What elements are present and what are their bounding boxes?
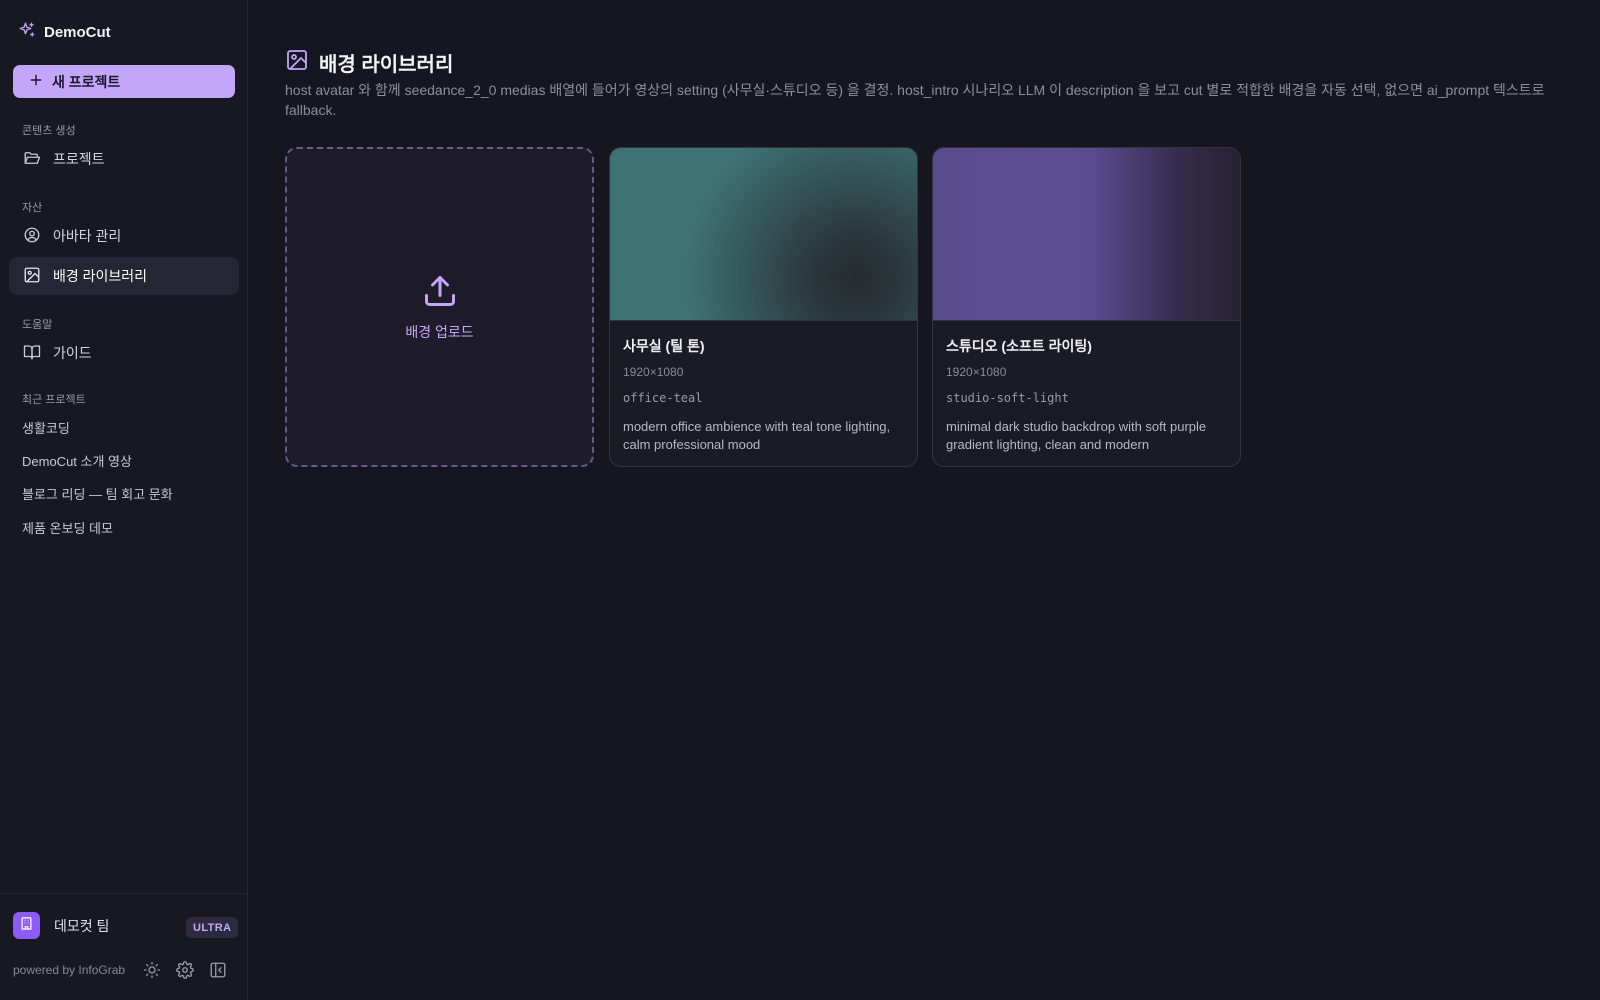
book-open-icon: [23, 343, 41, 364]
building-icon: [19, 916, 34, 936]
plus-icon: [29, 73, 43, 90]
page-title: 배경 라이브러리: [319, 54, 454, 76]
sidebar-divider: [0, 893, 248, 894]
recent-project-item[interactable]: DemoCut 소개 영상: [22, 451, 132, 470]
new-project-button[interactable]: 새 프로젝트: [13, 65, 235, 98]
page-header: 배경 라이브러리: [285, 48, 453, 77]
background-resolution: 1920×1080: [946, 365, 1007, 379]
folder-open-icon: [23, 149, 41, 170]
section-label-help: 도움말: [22, 319, 53, 331]
section-label-content: 콘텐츠 생성: [22, 125, 76, 137]
recent-project-item[interactable]: 생활코딩: [22, 418, 70, 437]
recent-project-item[interactable]: 블로그 리딩 — 팀 회고 문화: [22, 484, 173, 503]
sidebar-item-guide[interactable]: 가이드: [9, 334, 239, 372]
image-icon: [23, 266, 41, 287]
upload-icon: [422, 273, 458, 314]
new-project-label: 새 프로젝트: [52, 73, 121, 90]
sidebar-item-label: 아바타 관리: [53, 228, 122, 244]
team-name[interactable]: 데모컷 팀: [54, 916, 109, 936]
background-card-office-teal[interactable]: 사무실 (틸 톤) 1920×1080 office-teal modern o…: [609, 147, 918, 467]
recent-project-item[interactable]: 제품 온보딩 데모: [22, 518, 113, 537]
user-circle-icon: [23, 226, 41, 247]
background-thumbnail: [610, 148, 917, 321]
sidebar-item-label: 가이드: [53, 345, 92, 361]
brand[interactable]: DemoCut: [18, 22, 111, 42]
sun-icon[interactable]: [143, 961, 161, 984]
app-name: DemoCut: [44, 23, 111, 41]
background-description: modern office ambience with teal tone li…: [623, 419, 891, 452]
background-title: 사무실 (틸 톤): [623, 338, 705, 354]
gear-icon[interactable]: [176, 961, 194, 984]
powered-by-text: powered by InfoGrab: [13, 963, 126, 977]
page-description: host avatar 와 함께 seedance_2_0 medias 배열에…: [285, 82, 1545, 118]
sidebar: DemoCut 새 프로젝트 콘텐츠 생성 프로젝트 자산 아바타 관리 배경 …: [0, 0, 248, 1000]
background-slug: office-teal: [623, 391, 703, 405]
background-card-studio-soft-light[interactable]: 스튜디오 (소프트 라이팅) 1920×1080 studio-soft-lig…: [932, 147, 1241, 467]
upload-label: 배경 업로드: [405, 323, 474, 340]
background-title: 스튜디오 (소프트 라이팅): [946, 338, 1092, 354]
background-resolution: 1920×1080: [623, 365, 684, 379]
upload-background-button[interactable]: 배경 업로드: [285, 147, 594, 467]
sidebar-item-avatars[interactable]: 아바타 관리: [9, 217, 239, 255]
sidebar-item-label: 배경 라이브러리: [53, 268, 148, 284]
main-content: 배경 라이브러리 host avatar 와 함께 seedance_2_0 m…: [248, 0, 1600, 1000]
background-thumbnail: [933, 148, 1240, 321]
background-slug: studio-soft-light: [946, 391, 1069, 405]
team-avatar[interactable]: [13, 912, 40, 939]
plan-badge: ULTRA: [186, 917, 239, 938]
sparkles-icon: [18, 21, 36, 44]
image-icon: [285, 48, 309, 77]
sidebar-item-projects[interactable]: 프로젝트: [9, 140, 239, 178]
background-description: minimal dark studio backdrop with soft p…: [946, 419, 1207, 452]
sidebar-item-backgrounds[interactable]: 배경 라이브러리: [9, 257, 239, 295]
section-label-assets: 자산: [22, 202, 43, 214]
collapse-sidebar-icon[interactable]: [209, 961, 227, 984]
section-label-recent: 최근 프로젝트: [22, 394, 86, 406]
sidebar-item-label: 프로젝트: [53, 151, 105, 167]
